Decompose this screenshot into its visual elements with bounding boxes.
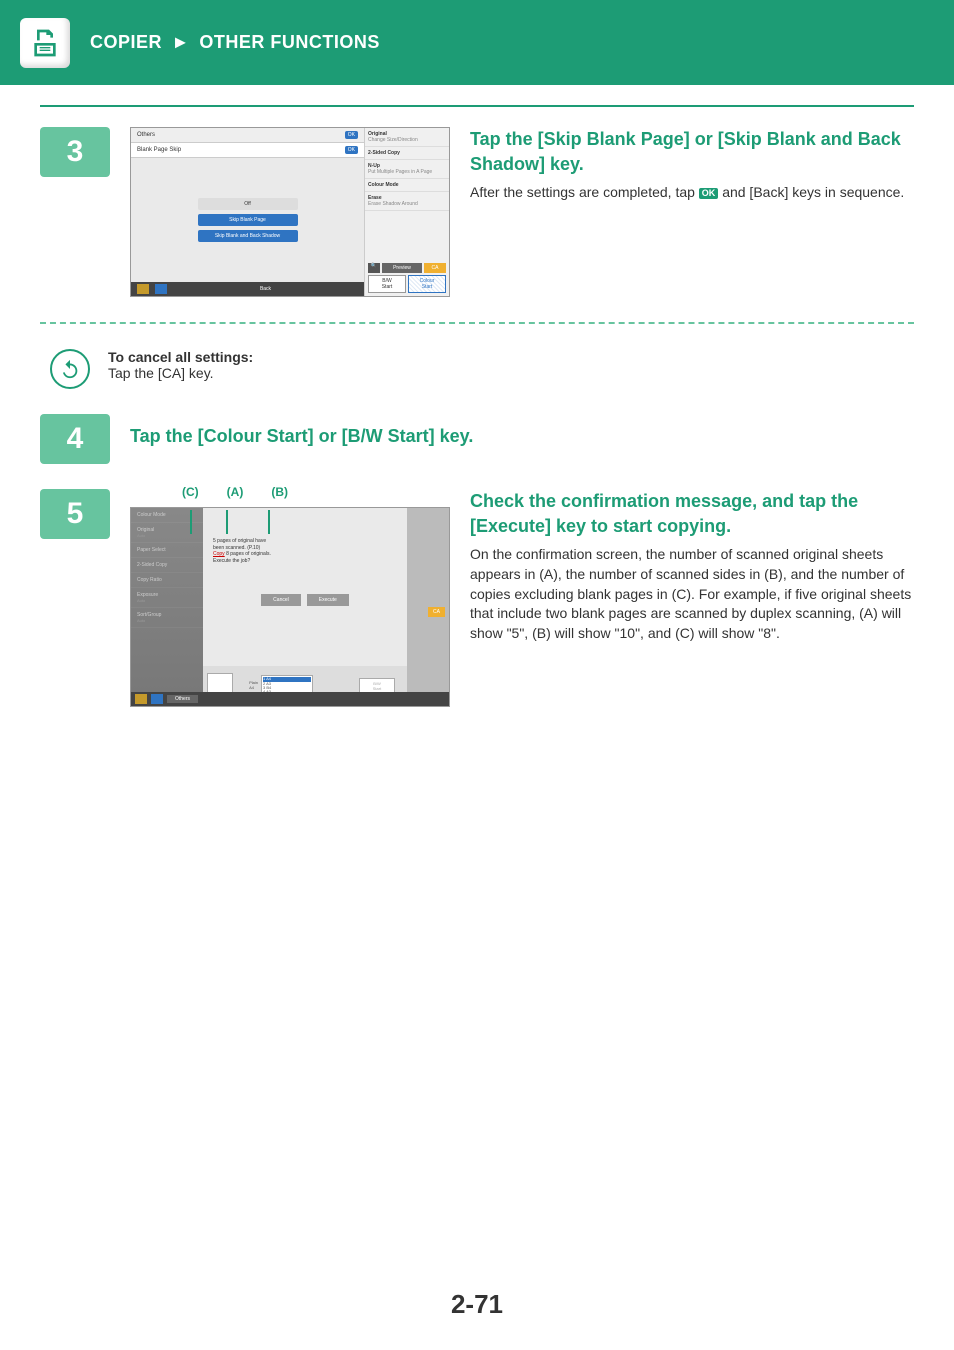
panel-title: Others: [137, 132, 155, 138]
colour-start-button[interactable]: ColourStart: [408, 275, 446, 293]
option-skip-shadow[interactable]: Skip Blank and Back Shadow: [198, 230, 298, 242]
star-icon[interactable]: [137, 284, 149, 294]
step-number: 4: [40, 414, 110, 464]
confirmation-message: 5 pages of original have been scanned. (…: [213, 538, 397, 564]
label-b: (B): [271, 485, 288, 499]
page-number: 2-71: [0, 1289, 954, 1320]
step5-screenshot: (C) (A) (B) Colour Mode OriginalAuto Pap…: [130, 489, 450, 707]
bw-start-button[interactable]: B/WStart: [368, 275, 406, 293]
step-4: 4 Tap the [Colour Start] or [B/W Start] …: [40, 414, 914, 464]
breadcrumb-section[interactable]: COPIER: [90, 32, 162, 52]
step3-text: Tap the [Skip Blank Page] or [Skip Blank…: [470, 127, 914, 297]
check-icon[interactable]: [151, 694, 163, 704]
step-number: 3: [40, 127, 110, 177]
indicator-b: [268, 510, 270, 534]
back-button[interactable]: Back: [173, 286, 358, 292]
indicator-c: [190, 510, 192, 534]
cancel-note-title: To cancel all settings:: [108, 349, 253, 365]
sidebar-item[interactable]: Copy Ratio: [131, 573, 203, 588]
ca-button[interactable]: CA: [428, 607, 445, 617]
preview-button[interactable]: Preview: [382, 263, 422, 273]
step-number: 5: [40, 489, 110, 539]
sidebar-item[interactable]: 2-Sided Copy: [131, 558, 203, 573]
panel-subtitle: Blank Page Skip: [137, 147, 181, 153]
copier-icon: [20, 18, 70, 68]
divider: [40, 105, 914, 107]
label-a: (A): [227, 485, 244, 499]
ok-button[interactable]: OK: [345, 146, 358, 154]
sidebar-item[interactable]: Sort/GroupAuto: [131, 608, 203, 628]
step5-title: Check the confirmation message, and tap …: [470, 489, 914, 539]
two-sided-copy[interactable]: 2-Sided Copy: [368, 150, 400, 156]
cancel-button[interactable]: Cancel: [261, 594, 301, 606]
check-icon[interactable]: [155, 284, 167, 294]
step3-body-post: and [Back] keys in sequence.: [722, 184, 904, 200]
breadcrumb-arrow-icon: ►: [172, 32, 190, 52]
option-off[interactable]: Off: [198, 198, 298, 210]
ca-button[interactable]: CA: [424, 263, 446, 273]
step-3: 3 Others OK Blank Page Skip OK Off Skip …: [40, 127, 914, 297]
undo-icon: [50, 349, 90, 389]
others-button[interactable]: Others: [167, 695, 198, 703]
dashed-divider: [40, 322, 914, 324]
step3-body-pre: After the settings are completed, tap: [470, 184, 699, 200]
indicator-a: [226, 510, 228, 534]
cancel-note-body: Tap the [CA] key.: [108, 365, 214, 381]
ok-icon: OK: [699, 188, 719, 199]
option-skip-blank[interactable]: Skip Blank Page: [198, 214, 298, 226]
cancel-note: To cancel all settings: Tap the [CA] key…: [40, 349, 914, 389]
sidebar-item[interactable]: ExposureAuto: [131, 588, 203, 608]
step5-body: On the confirmation screen, the number o…: [470, 545, 914, 643]
star-icon[interactable]: [135, 694, 147, 704]
sidebar-item[interactable]: Paper Select: [131, 543, 203, 558]
step5-text: Check the confirmation message, and tap …: [470, 489, 914, 707]
step3-title: Tap the [Skip Blank Page] or [Skip Blank…: [470, 127, 914, 177]
page-header: COPIER ► OTHER FUNCTIONS: [0, 0, 954, 85]
execute-button[interactable]: Execute: [307, 594, 349, 606]
magnifier-icon[interactable]: 🔍: [368, 263, 380, 273]
colour-mode[interactable]: Colour Mode: [368, 182, 399, 188]
step4-title: Tap the [Colour Start] or [B/W Start] ke…: [130, 424, 914, 449]
breadcrumb-subsection[interactable]: OTHER FUNCTIONS: [199, 32, 380, 52]
label-c: (C): [182, 485, 199, 499]
ok-button[interactable]: OK: [345, 131, 358, 139]
step3-screenshot: Others OK Blank Page Skip OK Off Skip Bl…: [130, 127, 450, 297]
step-5: 5 (C) (A) (B) Colour Mode OriginalAuto P…: [40, 489, 914, 707]
breadcrumb: COPIER ► OTHER FUNCTIONS: [90, 32, 380, 53]
